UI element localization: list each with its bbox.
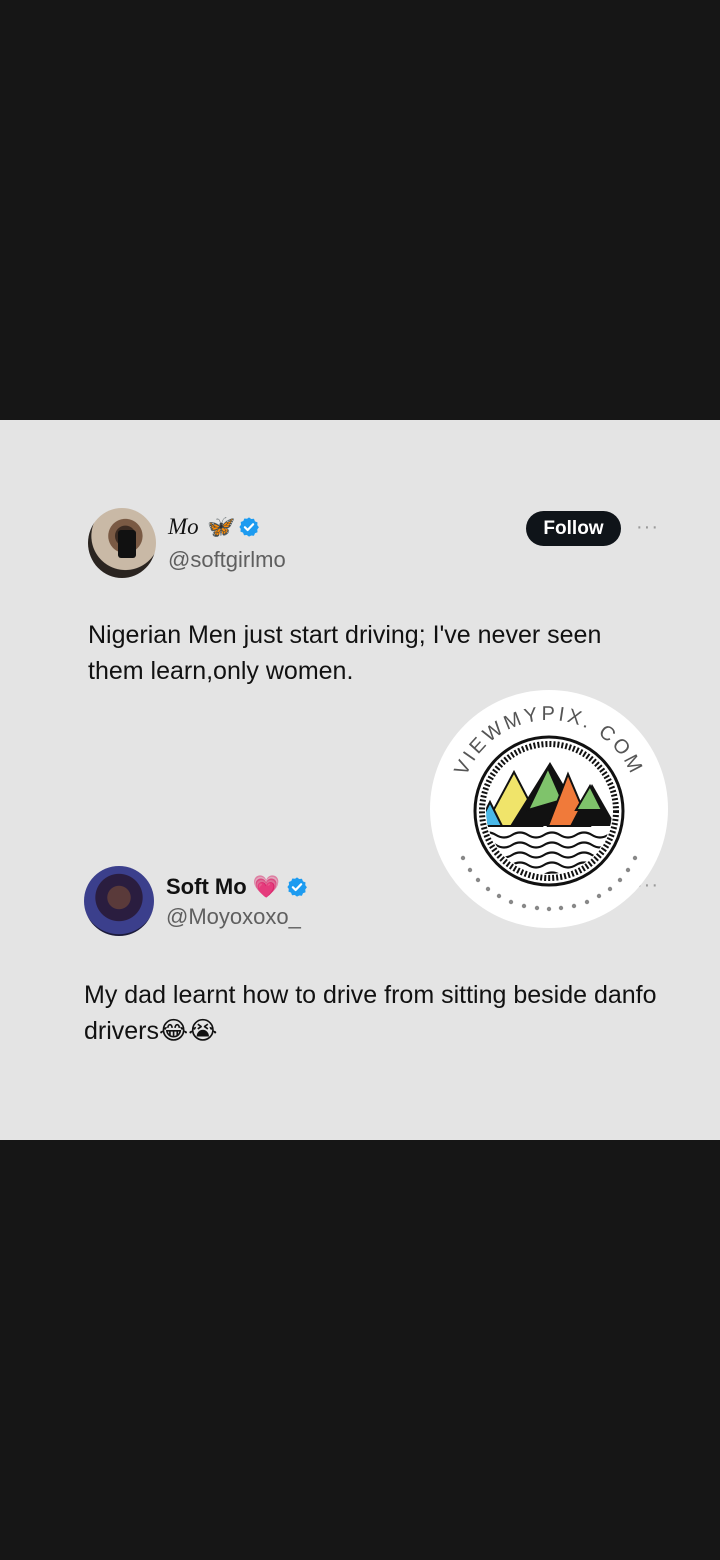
watermark-logo: VIEWMYPIX. COM	[430, 690, 668, 928]
phone-in-avatar	[118, 530, 136, 558]
reply-author-handle[interactable]: @Moyoxoxo_	[166, 904, 301, 930]
verified-badge-icon	[239, 517, 259, 537]
more-options-icon[interactable]: ···	[636, 516, 659, 539]
reply-author-name-text: Soft Mo	[166, 874, 247, 899]
avatar-softgirlmo[interactable]	[88, 508, 156, 578]
follow-button[interactable]: Follow	[526, 511, 621, 546]
avatar-moyoxoxo[interactable]	[84, 866, 154, 936]
author-name[interactable]: Mo 🦋	[168, 514, 260, 540]
author-handle[interactable]: @softgirlmo	[168, 547, 286, 573]
reply-text: My dad learnt how to drive from sitting …	[84, 981, 657, 1045]
reply-author-name[interactable]: Soft Mo 💗	[166, 874, 308, 900]
butterfly-emoji: 🦋	[204, 514, 233, 539]
post-text: Nigerian Men just start driving; I've ne…	[88, 621, 602, 685]
verified-badge-icon	[287, 877, 307, 897]
heart-emoji: 💗	[252, 874, 281, 899]
author-name-text: Mo	[168, 514, 199, 539]
